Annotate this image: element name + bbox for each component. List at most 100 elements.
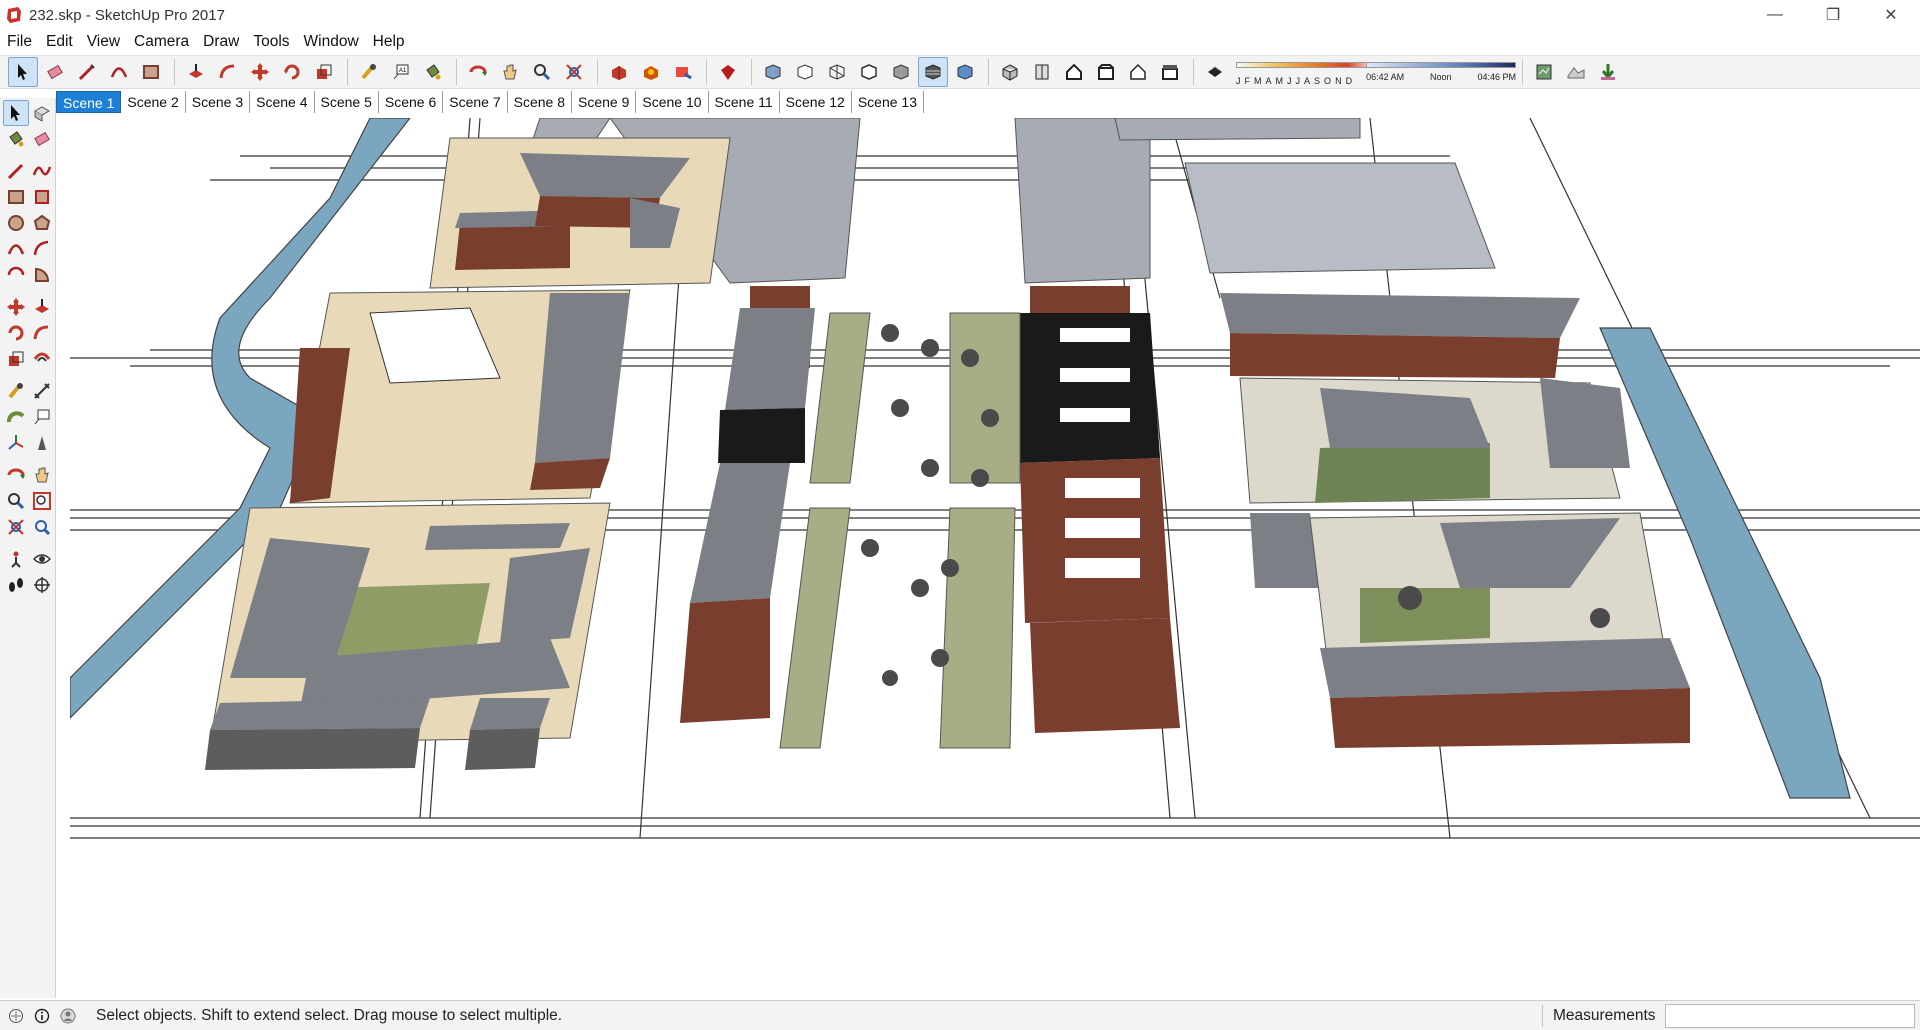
paint-bucket-tool-button[interactable] bbox=[3, 126, 29, 152]
position-camera-tool-button[interactable] bbox=[3, 546, 29, 572]
toggle-terrain-button[interactable] bbox=[1561, 57, 1591, 87]
pie-tool-button[interactable] bbox=[29, 262, 55, 288]
scale-tool-button[interactable] bbox=[309, 57, 339, 87]
left-view-button[interactable] bbox=[1155, 57, 1185, 87]
rectangle-tool-button[interactable] bbox=[136, 57, 166, 87]
top-view-button[interactable] bbox=[1027, 57, 1057, 87]
drawing-viewport[interactable] bbox=[70, 118, 1920, 998]
shadow-month-slider[interactable]: J F M A M J J A S O N D bbox=[1236, 58, 1376, 86]
add-location-button[interactable] bbox=[1529, 57, 1559, 87]
rotate-tool-button[interactable] bbox=[277, 57, 307, 87]
push-pull-tool-button[interactable] bbox=[181, 57, 211, 87]
rotate-tool-button[interactable] bbox=[3, 320, 29, 346]
follow-me-tool-button[interactable] bbox=[29, 320, 55, 346]
text-tool-button[interactable] bbox=[29, 404, 55, 430]
back-edges-style-button[interactable] bbox=[790, 57, 820, 87]
scale-tool-button[interactable] bbox=[3, 346, 29, 372]
tab-scene-1[interactable]: Scene 1 bbox=[56, 91, 122, 113]
menu-window[interactable]: Window bbox=[297, 30, 366, 54]
two-point-arc-tool-button[interactable] bbox=[29, 236, 55, 262]
tab-scene-7[interactable]: Scene 7 bbox=[443, 91, 508, 113]
line-tool-button[interactable] bbox=[72, 57, 102, 87]
eraser-tool-button[interactable] bbox=[29, 126, 55, 152]
line-tool-button[interactable] bbox=[3, 158, 29, 184]
dimension-tool-button[interactable] bbox=[29, 378, 55, 404]
back-view-button[interactable] bbox=[1123, 57, 1153, 87]
menu-file[interactable]: File bbox=[0, 30, 39, 54]
menu-tools[interactable]: Tools bbox=[246, 30, 296, 54]
circle-tool-button[interactable] bbox=[3, 210, 29, 236]
warehouse-button[interactable] bbox=[604, 57, 634, 87]
tab-scene-3[interactable]: Scene 3 bbox=[185, 91, 251, 113]
three-point-arc-tool-button[interactable] bbox=[3, 262, 29, 288]
orbit-tool-button[interactable] bbox=[3, 462, 29, 488]
xray-style-button[interactable] bbox=[758, 57, 788, 87]
move-tool-button[interactable] bbox=[3, 294, 29, 320]
tab-scene-11[interactable]: Scene 11 bbox=[708, 91, 780, 113]
tab-scene-5[interactable]: Scene 5 bbox=[314, 91, 379, 113]
tab-scene-10[interactable]: Scene 10 bbox=[636, 91, 709, 113]
zoom-tool-button[interactable] bbox=[3, 488, 29, 514]
zoom-extents-tool-button[interactable] bbox=[3, 514, 29, 540]
make-component-button[interactable] bbox=[29, 100, 55, 126]
select-tool-button[interactable] bbox=[3, 100, 29, 126]
shadows-toggle-button[interactable] bbox=[1200, 57, 1230, 87]
measurements-input[interactable] bbox=[1665, 1004, 1915, 1028]
menu-edit[interactable]: Edit bbox=[39, 30, 80, 54]
tab-scene-13[interactable]: Scene 13 bbox=[851, 91, 925, 113]
walk-tool-button[interactable] bbox=[3, 572, 29, 598]
arc-tool-button[interactable] bbox=[104, 57, 134, 87]
restore-button[interactable]: ❐ bbox=[1804, 0, 1862, 30]
zoom-tool-button[interactable] bbox=[527, 57, 557, 87]
credits-info-icon[interactable] bbox=[32, 1006, 52, 1026]
axes-tool-button[interactable] bbox=[3, 430, 29, 456]
geo-location-icon[interactable] bbox=[6, 1006, 26, 1026]
push-pull-tool-button[interactable] bbox=[29, 294, 55, 320]
offset-tool-button[interactable] bbox=[29, 346, 55, 372]
select-tool-button[interactable] bbox=[8, 57, 38, 87]
previous-view-button[interactable] bbox=[29, 514, 55, 540]
orbit-tool-button[interactable] bbox=[463, 57, 493, 87]
front-view-button[interactable] bbox=[1059, 57, 1089, 87]
shadow-time-slider[interactable]: 06:42 AM Noon 04:46 PM bbox=[1366, 58, 1517, 86]
rectangle-tool-button[interactable] bbox=[3, 184, 29, 210]
tab-scene-12[interactable]: Scene 12 bbox=[779, 91, 852, 113]
eraser-tool-button[interactable] bbox=[40, 57, 70, 87]
tab-scene-8[interactable]: Scene 8 bbox=[507, 91, 572, 113]
menu-draw[interactable]: Draw bbox=[196, 30, 246, 54]
tape-measure-tool-button[interactable] bbox=[3, 378, 29, 404]
text-tool-button[interactable]: A1 bbox=[386, 57, 416, 87]
iso-view-button[interactable] bbox=[995, 57, 1025, 87]
follow-me-tool-button[interactable] bbox=[213, 57, 243, 87]
move-tool-button[interactable] bbox=[245, 57, 275, 87]
menu-help[interactable]: Help bbox=[366, 30, 412, 54]
tab-scene-2[interactable]: Scene 2 bbox=[121, 91, 186, 113]
tab-scene-9[interactable]: Scene 9 bbox=[572, 91, 637, 113]
menu-camera[interactable]: Camera bbox=[127, 30, 196, 54]
protractor-tool-button[interactable] bbox=[3, 404, 29, 430]
menu-view[interactable]: View bbox=[80, 30, 127, 54]
pan-tool-button[interactable] bbox=[29, 462, 55, 488]
wireframe-style-button[interactable] bbox=[822, 57, 852, 87]
arc-tool-button[interactable] bbox=[3, 236, 29, 262]
tab-scene-6[interactable]: Scene 6 bbox=[378, 91, 444, 113]
section-plane-tool-button[interactable] bbox=[29, 572, 55, 598]
zoom-window-tool-button[interactable] bbox=[29, 488, 55, 514]
tab-scene-4[interactable]: Scene 4 bbox=[250, 91, 315, 113]
tape-measure-tool-button[interactable] bbox=[354, 57, 384, 87]
rotated-rectangle-tool-button[interactable] bbox=[29, 184, 55, 210]
three-d-text-tool-button[interactable] bbox=[29, 430, 55, 456]
right-view-button[interactable] bbox=[1091, 57, 1121, 87]
paint-bucket-tool-button[interactable] bbox=[418, 57, 448, 87]
share-model-button[interactable] bbox=[636, 57, 666, 87]
zoom-extents-tool-button[interactable] bbox=[559, 57, 589, 87]
minimize-button[interactable]: — bbox=[1746, 0, 1804, 30]
shaded-with-textures-style-button[interactable] bbox=[918, 57, 948, 87]
get-models-button[interactable] bbox=[1593, 57, 1623, 87]
polygon-tool-button[interactable] bbox=[29, 210, 55, 236]
user-account-icon[interactable] bbox=[58, 1006, 78, 1026]
freehand-tool-button[interactable] bbox=[29, 158, 55, 184]
share-component-button[interactable] bbox=[668, 57, 698, 87]
shaded-style-button[interactable] bbox=[886, 57, 916, 87]
extension-warehouse-button[interactable] bbox=[713, 57, 743, 87]
